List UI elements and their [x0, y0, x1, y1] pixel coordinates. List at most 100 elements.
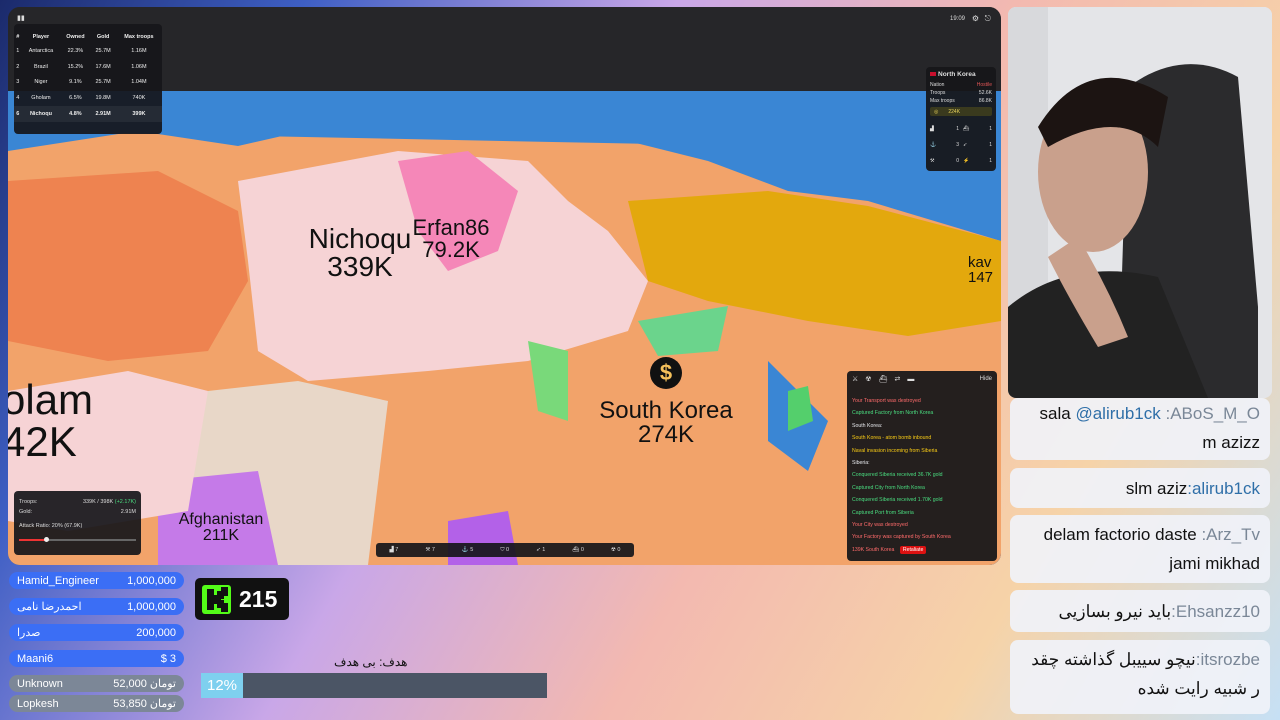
afghanistan-troops: 211K: [202, 527, 240, 544]
build-count: 1: [542, 547, 546, 553]
build-nuke[interactable]: ☢ 0: [611, 547, 621, 553]
kick-viewer-counter: 215: [195, 578, 289, 620]
leaderboard-toggle-icon[interactable]: ▮▮: [17, 14, 25, 22]
max-troops-row: Max troops 86.8K: [926, 97, 996, 105]
build-warship[interactable]: ⛴ 0: [572, 547, 584, 553]
table-row[interactable]: 1 Antarctica 22.3% 25.7M 1.16M: [14, 43, 162, 59]
nation-value: Hostile: [976, 82, 992, 88]
troops-label: Troops: [930, 90, 946, 96]
lb-col-gold[interactable]: Gold: [90, 30, 115, 43]
nation-gold-value: 224K: [948, 108, 961, 115]
ship-icon: ⛴: [572, 547, 580, 553]
building-count: 1: [989, 158, 992, 164]
chat-message: slm aziz:alirub1ck: [1010, 468, 1270, 508]
lb-gold: 19.8M: [95, 95, 111, 102]
chat-username: :ABoS_M_O: [1165, 404, 1261, 423]
nation-gold: ◎ 224K: [930, 107, 992, 116]
chat-message: باید نیرو بسازیی:Ehsanzz10: [1010, 590, 1270, 632]
lb-owned: 6.5%: [69, 95, 82, 102]
building-count: 1: [989, 126, 992, 132]
chat-line: sala @alirub1ck :ABoS_M_O: [1040, 404, 1260, 424]
lb-player: Gholam: [31, 95, 51, 102]
nichoqu-name: Nichoqu: [308, 223, 412, 254]
nichoqu-map-label: Nichoqu 339K: [300, 225, 420, 281]
anchor-icon: ⚓: [461, 547, 469, 553]
event-item: Siberia:: [852, 459, 870, 466]
build-city[interactable]: ▟ 7: [390, 547, 399, 553]
ship-filter-icon[interactable]: ⛴: [879, 375, 888, 383]
nation-name: North Korea: [938, 71, 976, 78]
retaliate-button[interactable]: Retaliate: [899, 545, 927, 554]
lb-gold: 17.6M: [95, 63, 111, 70]
chat-text: sala: [1039, 404, 1071, 423]
attack-ratio-handle[interactable]: [44, 537, 49, 542]
kav-troops: 147: [968, 269, 994, 286]
erfan-troops: 79.2K: [422, 237, 480, 262]
lb-col-owned[interactable]: Owned: [60, 30, 90, 43]
events-hide-button[interactable]: Hide: [980, 376, 992, 382]
chat-line: ر شبیه رایت شده: [1138, 679, 1260, 699]
nation-buildings: ▟ 1 ⛴ 1 ⚓ 3 ➶ 1 ⚒ 0 ⚡ 1: [926, 118, 996, 172]
gear-icon[interactable]: ⚙: [972, 14, 979, 23]
chat-line: m azizz: [1202, 433, 1260, 453]
build-port[interactable]: ⚓ 5: [462, 547, 473, 553]
streamer-image: [1008, 7, 1272, 398]
build-missile[interactable]: ➶ 1: [536, 547, 545, 553]
attack-ratio-slider[interactable]: [19, 537, 136, 542]
build-factory[interactable]: ⚒ 7: [425, 547, 435, 553]
build-defense[interactable]: ⛉ 0: [500, 547, 509, 554]
events-panel: ⚔ ☢ ⛴ ⇄ ▬ Hide Your Transport was destro…: [847, 371, 997, 561]
chat-username: :Arz_Tv: [1201, 525, 1260, 544]
player-troops-row: Troops: 339K / 398K (+2.17K): [14, 497, 141, 507]
kav-name: kav: [968, 254, 992, 271]
donation-item: صدرا 200,000: [9, 624, 184, 641]
donation-amount: 200,000: [136, 626, 176, 639]
lb-owned: 4.8%: [60, 106, 91, 122]
lb-col-rank: #: [16, 33, 20, 40]
lb-col-player[interactable]: Player: [21, 30, 60, 43]
goal-label: هدف: بی هدف: [334, 655, 408, 669]
gold-icon[interactable]: $: [650, 357, 682, 389]
leaderboard-panel: # Player Owned Gold Max troops 1 Antarct…: [14, 24, 162, 134]
event-item: Captured Factory from North Korea: [852, 410, 934, 417]
exit-icon[interactable]: ⎋: [985, 14, 991, 24]
lb-rank: 2: [16, 63, 20, 70]
missile-icon: ➶: [536, 547, 541, 553]
lb-col-troops[interactable]: Max troops: [116, 30, 162, 43]
nuke-filter-icon[interactable]: ☢: [865, 375, 871, 383]
attack-filter-icon[interactable]: ⚔: [852, 375, 858, 383]
table-row[interactable]: 3 Niger 9.1% 25.7M 1.04M: [14, 75, 162, 91]
ship-icon: ⛴: [963, 126, 970, 132]
lb-rank: 6: [14, 106, 22, 122]
max-troops-value: 86.8K: [978, 98, 992, 104]
lb-gold: 2.91M: [90, 106, 116, 122]
table-row[interactable]: 6 Nichoqu 4.8% 2.91M 399K: [14, 106, 162, 122]
gholam-troops: 42K: [8, 418, 77, 465]
attack-ratio-row: Attack Ratio: 20% (67.9K): [14, 521, 141, 531]
event-text: 139K South Korea: [852, 546, 895, 553]
building-stat: ⛴ 1: [963, 121, 992, 137]
lb-troops: 399K: [115, 106, 162, 122]
building-count: 3: [956, 142, 959, 148]
chat-text: delam factorio daste: [1043, 525, 1197, 544]
building-stat: ▟ 1: [930, 121, 959, 137]
coin-icon: ◎: [934, 108, 939, 115]
goal-progress-bar: 12%: [201, 673, 547, 698]
chat-filter-icon[interactable]: ▬: [907, 376, 914, 383]
table-row[interactable]: 4 Gholam 6.5% 19.8M 740K: [14, 90, 162, 106]
donor-name: صدرا: [17, 627, 41, 639]
lb-player: Antarctica: [28, 47, 54, 54]
building-stat: ⚡ 1: [963, 153, 992, 169]
chat-line: نیچو سییبل گذاشته چقد:itsrozbe: [1031, 650, 1260, 670]
donation-item: Maani6 $ 3: [9, 650, 184, 667]
trade-filter-icon[interactable]: ⇄: [894, 375, 900, 383]
event-item: South Korea - atom bomb inbound: [852, 435, 932, 442]
player-stats-panel: Troops: 339K / 398K (+2.17K) Gold: 2.91M…: [14, 491, 141, 555]
table-row[interactable]: 2 Brazil 15.2% 17.6M 1.06M: [14, 59, 162, 75]
south-korea-map-label: South Korea 274K: [586, 399, 746, 447]
build-count: 7: [395, 547, 399, 553]
lb-troops: 1.04M: [131, 79, 147, 86]
attack-ratio-fill: [19, 539, 45, 541]
events-filter-bar: ⚔ ☢ ⛴ ⇄ ▬ Hide: [847, 371, 997, 387]
donation-item: Hamid_Engineer 1,000,000: [9, 572, 184, 589]
